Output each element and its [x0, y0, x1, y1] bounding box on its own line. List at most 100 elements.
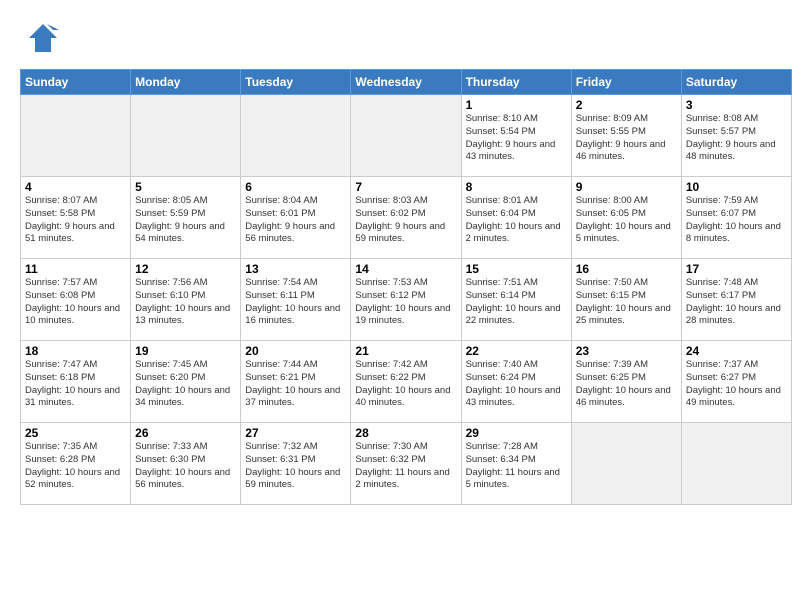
- day-info: Sunrise: 8:01 AMSunset: 6:04 PMDaylight:…: [466, 195, 567, 246]
- day-info: Sunrise: 7:45 AMSunset: 6:20 PMDaylight:…: [135, 359, 236, 410]
- day-number: 9: [576, 180, 677, 194]
- day-number: 15: [466, 262, 567, 276]
- day-info: Sunrise: 7:51 AMSunset: 6:14 PMDaylight:…: [466, 277, 567, 328]
- day-header-wednesday: Wednesday: [351, 70, 461, 95]
- day-info: Sunrise: 7:28 AMSunset: 6:34 PMDaylight:…: [466, 441, 567, 492]
- day-info: Sunrise: 7:57 AMSunset: 6:08 PMDaylight:…: [25, 277, 126, 328]
- day-number: 23: [576, 344, 677, 358]
- day-header-friday: Friday: [571, 70, 681, 95]
- day-info: Sunrise: 7:59 AMSunset: 6:07 PMDaylight:…: [686, 195, 787, 246]
- day-info: Sunrise: 8:03 AMSunset: 6:02 PMDaylight:…: [355, 195, 456, 246]
- day-info: Sunrise: 8:04 AMSunset: 6:01 PMDaylight:…: [245, 195, 346, 246]
- day-header-tuesday: Tuesday: [241, 70, 351, 95]
- day-number: 20: [245, 344, 346, 358]
- day-number: 8: [466, 180, 567, 194]
- day-info: Sunrise: 8:07 AMSunset: 5:58 PMDaylight:…: [25, 195, 126, 246]
- day-number: 3: [686, 98, 787, 112]
- day-cell: 29Sunrise: 7:28 AMSunset: 6:34 PMDayligh…: [461, 423, 571, 505]
- day-cell: 10Sunrise: 7:59 AMSunset: 6:07 PMDayligh…: [681, 177, 791, 259]
- week-row-4: 18Sunrise: 7:47 AMSunset: 6:18 PMDayligh…: [21, 341, 792, 423]
- day-cell: 16Sunrise: 7:50 AMSunset: 6:15 PMDayligh…: [571, 259, 681, 341]
- day-cell: 26Sunrise: 7:33 AMSunset: 6:30 PMDayligh…: [131, 423, 241, 505]
- day-number: 26: [135, 426, 236, 440]
- day-cell: 5Sunrise: 8:05 AMSunset: 5:59 PMDaylight…: [131, 177, 241, 259]
- day-info: Sunrise: 8:08 AMSunset: 5:57 PMDaylight:…: [686, 113, 787, 164]
- day-cell: 9Sunrise: 8:00 AMSunset: 6:05 PMDaylight…: [571, 177, 681, 259]
- day-cell: 19Sunrise: 7:45 AMSunset: 6:20 PMDayligh…: [131, 341, 241, 423]
- day-cell: 13Sunrise: 7:54 AMSunset: 6:11 PMDayligh…: [241, 259, 351, 341]
- day-header-thursday: Thursday: [461, 70, 571, 95]
- day-cell: [571, 423, 681, 505]
- day-number: 16: [576, 262, 677, 276]
- day-cell: 8Sunrise: 8:01 AMSunset: 6:04 PMDaylight…: [461, 177, 571, 259]
- day-cell: 4Sunrise: 8:07 AMSunset: 5:58 PMDaylight…: [21, 177, 131, 259]
- week-row-3: 11Sunrise: 7:57 AMSunset: 6:08 PMDayligh…: [21, 259, 792, 341]
- day-cell: 25Sunrise: 7:35 AMSunset: 6:28 PMDayligh…: [21, 423, 131, 505]
- day-cell: [131, 95, 241, 177]
- day-cell: 1Sunrise: 8:10 AMSunset: 5:54 PMDaylight…: [461, 95, 571, 177]
- week-row-1: 1Sunrise: 8:10 AMSunset: 5:54 PMDaylight…: [21, 95, 792, 177]
- day-info: Sunrise: 7:54 AMSunset: 6:11 PMDaylight:…: [245, 277, 346, 328]
- day-number: 14: [355, 262, 456, 276]
- logo: [25, 20, 61, 61]
- day-number: 24: [686, 344, 787, 358]
- day-header-sunday: Sunday: [21, 70, 131, 95]
- day-number: 13: [245, 262, 346, 276]
- day-cell: 3Sunrise: 8:08 AMSunset: 5:57 PMDaylight…: [681, 95, 791, 177]
- day-number: 5: [135, 180, 236, 194]
- day-info: Sunrise: 7:50 AMSunset: 6:15 PMDaylight:…: [576, 277, 677, 328]
- day-cell: 7Sunrise: 8:03 AMSunset: 6:02 PMDaylight…: [351, 177, 461, 259]
- calendar-table: SundayMondayTuesdayWednesdayThursdayFrid…: [20, 69, 792, 505]
- day-cell: 14Sunrise: 7:53 AMSunset: 6:12 PMDayligh…: [351, 259, 461, 341]
- day-cell: [681, 423, 791, 505]
- logo-icon: [25, 20, 61, 56]
- day-info: Sunrise: 7:47 AMSunset: 6:18 PMDaylight:…: [25, 359, 126, 410]
- day-number: 10: [686, 180, 787, 194]
- day-cell: 17Sunrise: 7:48 AMSunset: 6:17 PMDayligh…: [681, 259, 791, 341]
- day-cell: [241, 95, 351, 177]
- day-cell: 23Sunrise: 7:39 AMSunset: 6:25 PMDayligh…: [571, 341, 681, 423]
- day-info: Sunrise: 7:40 AMSunset: 6:24 PMDaylight:…: [466, 359, 567, 410]
- day-cell: 20Sunrise: 7:44 AMSunset: 6:21 PMDayligh…: [241, 341, 351, 423]
- day-cell: 6Sunrise: 8:04 AMSunset: 6:01 PMDaylight…: [241, 177, 351, 259]
- day-number: 29: [466, 426, 567, 440]
- week-row-2: 4Sunrise: 8:07 AMSunset: 5:58 PMDaylight…: [21, 177, 792, 259]
- day-info: Sunrise: 8:10 AMSunset: 5:54 PMDaylight:…: [466, 113, 567, 164]
- day-header-saturday: Saturday: [681, 70, 791, 95]
- day-number: 1: [466, 98, 567, 112]
- day-number: 6: [245, 180, 346, 194]
- day-info: Sunrise: 7:37 AMSunset: 6:27 PMDaylight:…: [686, 359, 787, 410]
- day-info: Sunrise: 7:33 AMSunset: 6:30 PMDaylight:…: [135, 441, 236, 492]
- week-row-5: 25Sunrise: 7:35 AMSunset: 6:28 PMDayligh…: [21, 423, 792, 505]
- day-info: Sunrise: 8:09 AMSunset: 5:55 PMDaylight:…: [576, 113, 677, 164]
- day-info: Sunrise: 7:42 AMSunset: 6:22 PMDaylight:…: [355, 359, 456, 410]
- day-number: 21: [355, 344, 456, 358]
- day-number: 28: [355, 426, 456, 440]
- day-cell: [21, 95, 131, 177]
- day-number: 18: [25, 344, 126, 358]
- day-info: Sunrise: 7:30 AMSunset: 6:32 PMDaylight:…: [355, 441, 456, 492]
- day-info: Sunrise: 7:44 AMSunset: 6:21 PMDaylight:…: [245, 359, 346, 410]
- day-number: 12: [135, 262, 236, 276]
- day-info: Sunrise: 8:05 AMSunset: 5:59 PMDaylight:…: [135, 195, 236, 246]
- day-number: 17: [686, 262, 787, 276]
- day-info: Sunrise: 7:32 AMSunset: 6:31 PMDaylight:…: [245, 441, 346, 492]
- day-number: 22: [466, 344, 567, 358]
- day-info: Sunrise: 7:56 AMSunset: 6:10 PMDaylight:…: [135, 277, 236, 328]
- day-info: Sunrise: 7:53 AMSunset: 6:12 PMDaylight:…: [355, 277, 456, 328]
- day-header-monday: Monday: [131, 70, 241, 95]
- day-cell: 2Sunrise: 8:09 AMSunset: 5:55 PMDaylight…: [571, 95, 681, 177]
- day-number: 25: [25, 426, 126, 440]
- day-number: 11: [25, 262, 126, 276]
- day-cell: 11Sunrise: 7:57 AMSunset: 6:08 PMDayligh…: [21, 259, 131, 341]
- day-cell: 28Sunrise: 7:30 AMSunset: 6:32 PMDayligh…: [351, 423, 461, 505]
- day-info: Sunrise: 8:00 AMSunset: 6:05 PMDaylight:…: [576, 195, 677, 246]
- day-info: Sunrise: 7:48 AMSunset: 6:17 PMDaylight:…: [686, 277, 787, 328]
- day-number: 7: [355, 180, 456, 194]
- day-cell: 21Sunrise: 7:42 AMSunset: 6:22 PMDayligh…: [351, 341, 461, 423]
- day-cell: 12Sunrise: 7:56 AMSunset: 6:10 PMDayligh…: [131, 259, 241, 341]
- day-number: 19: [135, 344, 236, 358]
- day-info: Sunrise: 7:39 AMSunset: 6:25 PMDaylight:…: [576, 359, 677, 410]
- day-cell: 18Sunrise: 7:47 AMSunset: 6:18 PMDayligh…: [21, 341, 131, 423]
- day-number: 4: [25, 180, 126, 194]
